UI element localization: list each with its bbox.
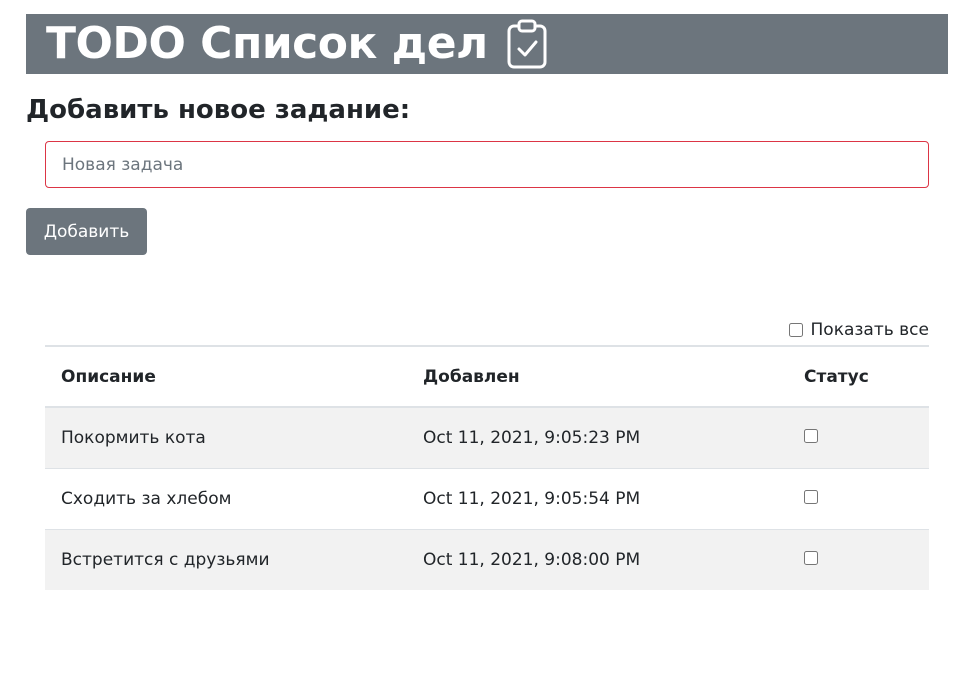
task-description: Покормить кота [45,407,407,468]
table-row: Встретится с друзьями Oct 11, 2021, 9:08… [45,528,929,590]
task-added-date: Oct 11, 2021, 9:05:54 PM [407,467,788,529]
add-task-heading: Добавить новое задание: [26,95,411,125]
table-row: Покормить кота Oct 11, 2021, 9:05:23 PM [45,407,929,468]
table-row: Сходить за хлебом Oct 11, 2021, 9:05:54 … [45,467,929,529]
task-status-checkbox[interactable] [804,489,818,504]
task-status-cell [788,467,929,529]
clipboard-check-icon [504,18,550,70]
task-status-checkbox[interactable] [804,550,818,565]
task-description: Сходить за хлебом [45,467,407,529]
app-header: TODO Список дел [26,14,948,74]
show-all-label: Показать все [810,320,929,340]
task-status-cell [788,528,929,590]
column-header-added: Добавлен [407,345,788,408]
app-title: TODO Список дел [46,18,488,69]
task-description: Встретится с друзьями [45,528,407,590]
add-task-button[interactable]: Добавить [26,208,147,255]
column-header-description: Описание [45,345,407,408]
show-all-checkbox[interactable] [788,323,803,337]
table-header-row: Описание Добавлен Статус [45,345,929,408]
task-status-cell [788,407,929,468]
task-added-date: Oct 11, 2021, 9:05:23 PM [407,407,788,468]
new-task-input[interactable] [45,141,929,188]
column-header-status: Статус [788,345,929,408]
task-added-date: Oct 11, 2021, 9:08:00 PM [407,528,788,590]
task-status-checkbox[interactable] [804,428,818,443]
tasks-table: Описание Добавлен Статус Покормить кота … [45,345,929,590]
show-all-toggle[interactable]: Показать все [788,320,929,340]
todo-page: TODO Список дел Добавить новое задание: … [0,0,970,676]
